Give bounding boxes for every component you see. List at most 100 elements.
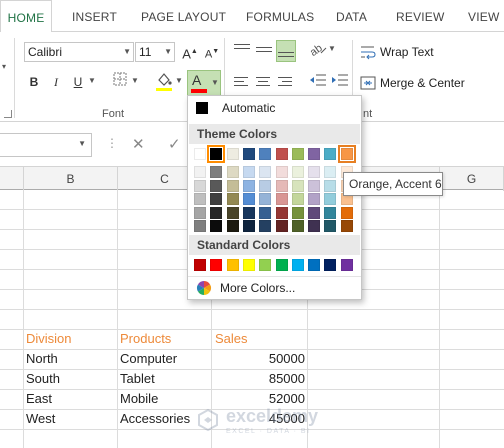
table-cell[interactable]: North bbox=[26, 349, 116, 369]
theme-shade-swatch[interactable] bbox=[226, 193, 239, 205]
tab-review[interactable]: REVIEW bbox=[396, 0, 445, 32]
tab-home[interactable]: HOME bbox=[0, 0, 52, 33]
fill-color-button[interactable] bbox=[154, 70, 174, 94]
table-cell[interactable]: Computer bbox=[120, 349, 210, 369]
theme-shade-swatch[interactable] bbox=[308, 220, 321, 232]
standard-color-swatch[interactable] bbox=[340, 259, 353, 271]
theme-shade-swatch[interactable] bbox=[291, 220, 304, 232]
table-cell[interactable]: East bbox=[26, 389, 116, 409]
theme-shade-swatch[interactable] bbox=[324, 220, 337, 232]
theme-shade-swatch[interactable] bbox=[210, 179, 223, 192]
theme-shade-swatch[interactable] bbox=[324, 166, 337, 178]
theme-color-swatch[interactable] bbox=[226, 148, 239, 160]
theme-shade-swatch[interactable] bbox=[226, 220, 239, 232]
standard-color-swatch[interactable] bbox=[226, 259, 239, 271]
standard-color-swatch[interactable] bbox=[275, 259, 288, 271]
theme-shade-swatch[interactable] bbox=[291, 206, 304, 219]
theme-shade-swatch[interactable] bbox=[242, 179, 255, 192]
borders-button[interactable] bbox=[110, 72, 130, 92]
increase-indent-button[interactable] bbox=[330, 72, 350, 92]
fill-color-dropdown-icon[interactable]: ▼ bbox=[175, 76, 183, 85]
more-colors-item[interactable]: More Colors... bbox=[188, 276, 361, 298]
top-align-button[interactable] bbox=[232, 40, 252, 60]
table-cell[interactable]: 50000 bbox=[214, 349, 305, 369]
theme-color-swatch[interactable] bbox=[324, 148, 337, 160]
theme-shade-swatch[interactable] bbox=[340, 220, 353, 232]
theme-shade-swatch[interactable] bbox=[210, 166, 223, 178]
theme-shade-swatch[interactable] bbox=[308, 166, 321, 178]
cancel-icon[interactable]: ✕ bbox=[132, 135, 145, 153]
theme-shade-swatch[interactable] bbox=[291, 166, 304, 178]
theme-shade-swatch[interactable] bbox=[242, 206, 255, 219]
clipboard-dialog-launcher-icon[interactable] bbox=[4, 110, 12, 118]
theme-shade-swatch[interactable] bbox=[308, 206, 321, 219]
theme-shade-swatch[interactable] bbox=[242, 193, 255, 205]
theme-shade-swatch[interactable] bbox=[210, 206, 223, 219]
theme-shade-swatch[interactable] bbox=[259, 193, 272, 205]
theme-shade-swatch[interactable] bbox=[324, 193, 337, 205]
theme-shade-swatch[interactable] bbox=[242, 166, 255, 178]
theme-shade-swatch[interactable] bbox=[275, 206, 288, 219]
automatic-color-item[interactable]: Automatic bbox=[188, 96, 361, 120]
name-box[interactable]: ▼ bbox=[0, 133, 92, 157]
theme-shade-swatch[interactable] bbox=[259, 220, 272, 232]
font-size-select[interactable]: 11 ▼ bbox=[135, 42, 175, 62]
theme-color-swatch[interactable] bbox=[207, 145, 226, 163]
standard-color-swatch[interactable] bbox=[308, 259, 321, 271]
tab-page-layout[interactable]: PAGE LAYOUT bbox=[141, 0, 226, 32]
theme-shade-swatch[interactable] bbox=[194, 220, 206, 232]
theme-shade-swatch[interactable] bbox=[194, 193, 206, 205]
table-cell[interactable]: West bbox=[26, 409, 116, 429]
table-cell[interactable]: 85000 bbox=[214, 369, 305, 389]
italic-button[interactable]: I bbox=[46, 72, 66, 92]
bold-button[interactable]: B bbox=[24, 72, 44, 92]
theme-shade-swatch[interactable] bbox=[194, 166, 206, 178]
theme-shade-swatch[interactable] bbox=[210, 220, 223, 232]
middle-align-button[interactable] bbox=[254, 40, 274, 60]
table-cell[interactable]: South bbox=[26, 369, 116, 389]
underline-button[interactable]: U bbox=[68, 72, 88, 92]
wrap-text-button[interactable]: Wrap Text bbox=[360, 43, 460, 63]
standard-color-swatch[interactable] bbox=[242, 259, 255, 271]
theme-shade-swatch[interactable] bbox=[259, 206, 272, 219]
theme-shade-swatch[interactable] bbox=[275, 166, 288, 178]
theme-color-swatch[interactable] bbox=[308, 148, 321, 160]
theme-shade-swatch[interactable] bbox=[275, 193, 288, 205]
standard-color-swatch[interactable] bbox=[210, 259, 223, 271]
tab-formulas[interactable]: FORMULAS bbox=[246, 0, 314, 32]
column-header-g[interactable]: G bbox=[440, 167, 504, 191]
theme-color-swatch[interactable] bbox=[291, 148, 304, 160]
column-header-b[interactable]: B bbox=[24, 167, 118, 191]
borders-dropdown-icon[interactable]: ▼ bbox=[131, 76, 139, 85]
font-name-select[interactable]: Calibri ▼ bbox=[24, 42, 134, 62]
align-left-button[interactable] bbox=[232, 72, 252, 92]
theme-color-swatch[interactable] bbox=[337, 145, 356, 163]
table-header-sales[interactable]: Sales bbox=[215, 329, 305, 349]
standard-color-swatch[interactable] bbox=[259, 259, 272, 271]
table-header-products[interactable]: Products bbox=[120, 329, 210, 349]
standard-color-swatch[interactable] bbox=[291, 259, 304, 271]
theme-shade-swatch[interactable] bbox=[340, 206, 353, 219]
standard-color-swatch[interactable] bbox=[324, 259, 337, 271]
tab-view[interactable]: VIEW bbox=[468, 0, 499, 32]
theme-shade-swatch[interactable] bbox=[275, 220, 288, 232]
theme-shade-swatch[interactable] bbox=[194, 179, 206, 192]
theme-shade-swatch[interactable] bbox=[291, 193, 304, 205]
select-all-corner[interactable] bbox=[0, 167, 24, 191]
orientation-dropdown-icon[interactable]: ▼ bbox=[328, 44, 336, 53]
theme-shade-swatch[interactable] bbox=[275, 179, 288, 192]
theme-color-swatch[interactable] bbox=[242, 148, 255, 160]
theme-shade-swatch[interactable] bbox=[259, 166, 272, 178]
shrink-font-button[interactable]: A▼ bbox=[202, 42, 222, 62]
grow-font-button[interactable]: A▲ bbox=[180, 42, 200, 62]
bottom-align-button[interactable] bbox=[276, 40, 296, 62]
align-right-button[interactable] bbox=[276, 72, 296, 92]
theme-shade-swatch[interactable] bbox=[259, 179, 272, 192]
theme-shade-swatch[interactable] bbox=[324, 179, 337, 192]
enter-icon[interactable]: ✓ bbox=[168, 135, 181, 153]
theme-shade-swatch[interactable] bbox=[226, 166, 239, 178]
orientation-button[interactable]: ab bbox=[308, 40, 328, 60]
theme-shade-swatch[interactable] bbox=[308, 193, 321, 205]
table-header-division[interactable]: Division bbox=[26, 329, 116, 349]
tab-data[interactable]: DATA bbox=[336, 0, 367, 32]
